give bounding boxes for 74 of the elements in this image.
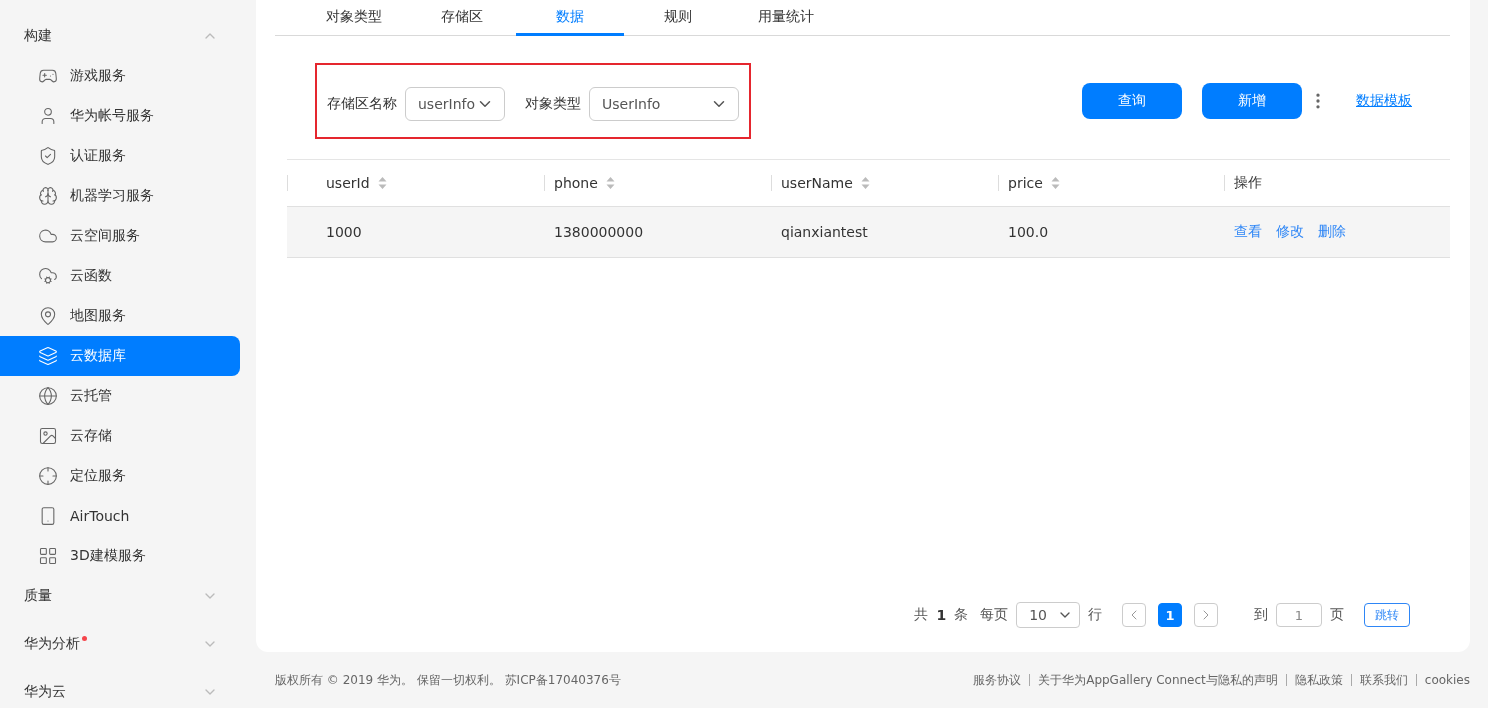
select-field[interactable]: userInfo [405, 87, 505, 121]
column-header: phone [554, 175, 598, 191]
section-label: 质量 [24, 587, 52, 605]
service-icon [38, 346, 58, 366]
service-icon [38, 186, 58, 206]
page-label: 页 [1330, 606, 1344, 624]
sidebar-item[interactable]: 游戏服务 [0, 56, 240, 96]
per-page-select[interactable]: 10 [1016, 602, 1080, 628]
service-icon [38, 466, 58, 486]
sidebar-item[interactable]: 3D建模服务 [0, 536, 240, 576]
prev-page-button[interactable] [1122, 603, 1146, 627]
sidebar-item[interactable]: 云数据库 [0, 336, 240, 376]
footer-link[interactable]: cookies [1424, 673, 1470, 687]
sidebar-item[interactable]: 华为帐号服务 [0, 96, 240, 136]
select-field[interactable]: UserInfo [589, 87, 739, 121]
next-page-button[interactable] [1194, 603, 1218, 627]
page-input[interactable]: 1 [1276, 603, 1322, 627]
total-label: 共 [914, 606, 929, 624]
service-icon [38, 266, 58, 286]
per-page-label: 每页 [980, 606, 1009, 624]
sidebar-item[interactable]: 云托管 [0, 376, 240, 416]
service-icon [38, 546, 58, 566]
footer-link[interactable]: 联系我们 [1359, 671, 1408, 689]
sidebar-item[interactable]: 认证服务 [0, 136, 240, 176]
template-link[interactable]: 数据模板 [1356, 92, 1412, 110]
footer-link[interactable]: 隐私政策 [1294, 671, 1343, 689]
table-cell-text: qianxiantest [780, 224, 869, 240]
column-header: price [1008, 175, 1043, 191]
sort-icon[interactable] [860, 176, 870, 190]
sidebar-item[interactable]: 定位服务 [0, 456, 240, 496]
table-cell-text: 100.0 [1007, 224, 1050, 240]
total-count: 1 [936, 607, 947, 623]
page-button[interactable]: 1 [1158, 603, 1182, 627]
jump-button[interactable]: 跳转 [1364, 603, 1410, 627]
total-label: 条 [954, 606, 969, 624]
tab[interactable]: 对象类型 [300, 0, 408, 36]
column-header: userName [781, 175, 853, 191]
sidebar-section[interactable]: 华为云 [0, 672, 240, 708]
sort-icon[interactable] [377, 176, 387, 190]
footer-link[interactable]: 服务协议 [973, 671, 1022, 689]
sidebar-section[interactable]: 质量 [0, 576, 240, 616]
sidebar-section[interactable]: 构建 [0, 16, 240, 56]
sort-icon[interactable] [1050, 176, 1060, 190]
action-button[interactable]: 新增 [1202, 83, 1302, 119]
sidebar-item[interactable]: 云存储 [0, 416, 240, 456]
service-icon [38, 306, 58, 326]
sidebar-item[interactable]: 云函数 [0, 256, 240, 296]
sort-icon[interactable] [605, 176, 615, 190]
rows-label: 行 [1088, 606, 1102, 624]
section-label: 构建 [24, 27, 52, 45]
table-cell-text: 1380000000 [553, 224, 645, 240]
table-cell-text: 1000 [325, 224, 363, 240]
sidebar-section[interactable]: 华为分析 [0, 624, 240, 664]
tab[interactable]: 存储区 [408, 0, 516, 36]
column-header: userId [326, 175, 370, 191]
service-icon [38, 426, 58, 446]
tab[interactable]: 规则 [624, 0, 732, 36]
service-icon [38, 386, 58, 406]
section-label: 华为分析 [24, 635, 80, 653]
tab[interactable]: 用量统计 [732, 0, 840, 36]
action-button[interactable]: 查询 [1082, 83, 1182, 119]
goto-label: 到 [1254, 606, 1268, 624]
sidebar-item[interactable]: AirTouch [0, 496, 240, 536]
sidebar-item[interactable]: 机器学习服务 [0, 176, 240, 216]
section-label: 华为云 [24, 683, 66, 701]
tab[interactable]: 数据 [516, 0, 624, 36]
service-icon [38, 146, 58, 166]
column-header: 操作 [1234, 174, 1262, 192]
filter-label: 存储区名称 [327, 95, 397, 113]
footer-link[interactable]: 关于华为AppGallery Connect与隐私的声明 [1038, 671, 1278, 689]
sidebar-item[interactable]: 云空间服务 [0, 216, 240, 256]
sidebar-item[interactable]: 地图服务 [0, 296, 240, 336]
filter-label: 对象类型 [525, 95, 581, 113]
copyright-text: 版权所有 © 2019 华为。 保留一切权利。 苏ICP备17040376号 [275, 671, 621, 689]
